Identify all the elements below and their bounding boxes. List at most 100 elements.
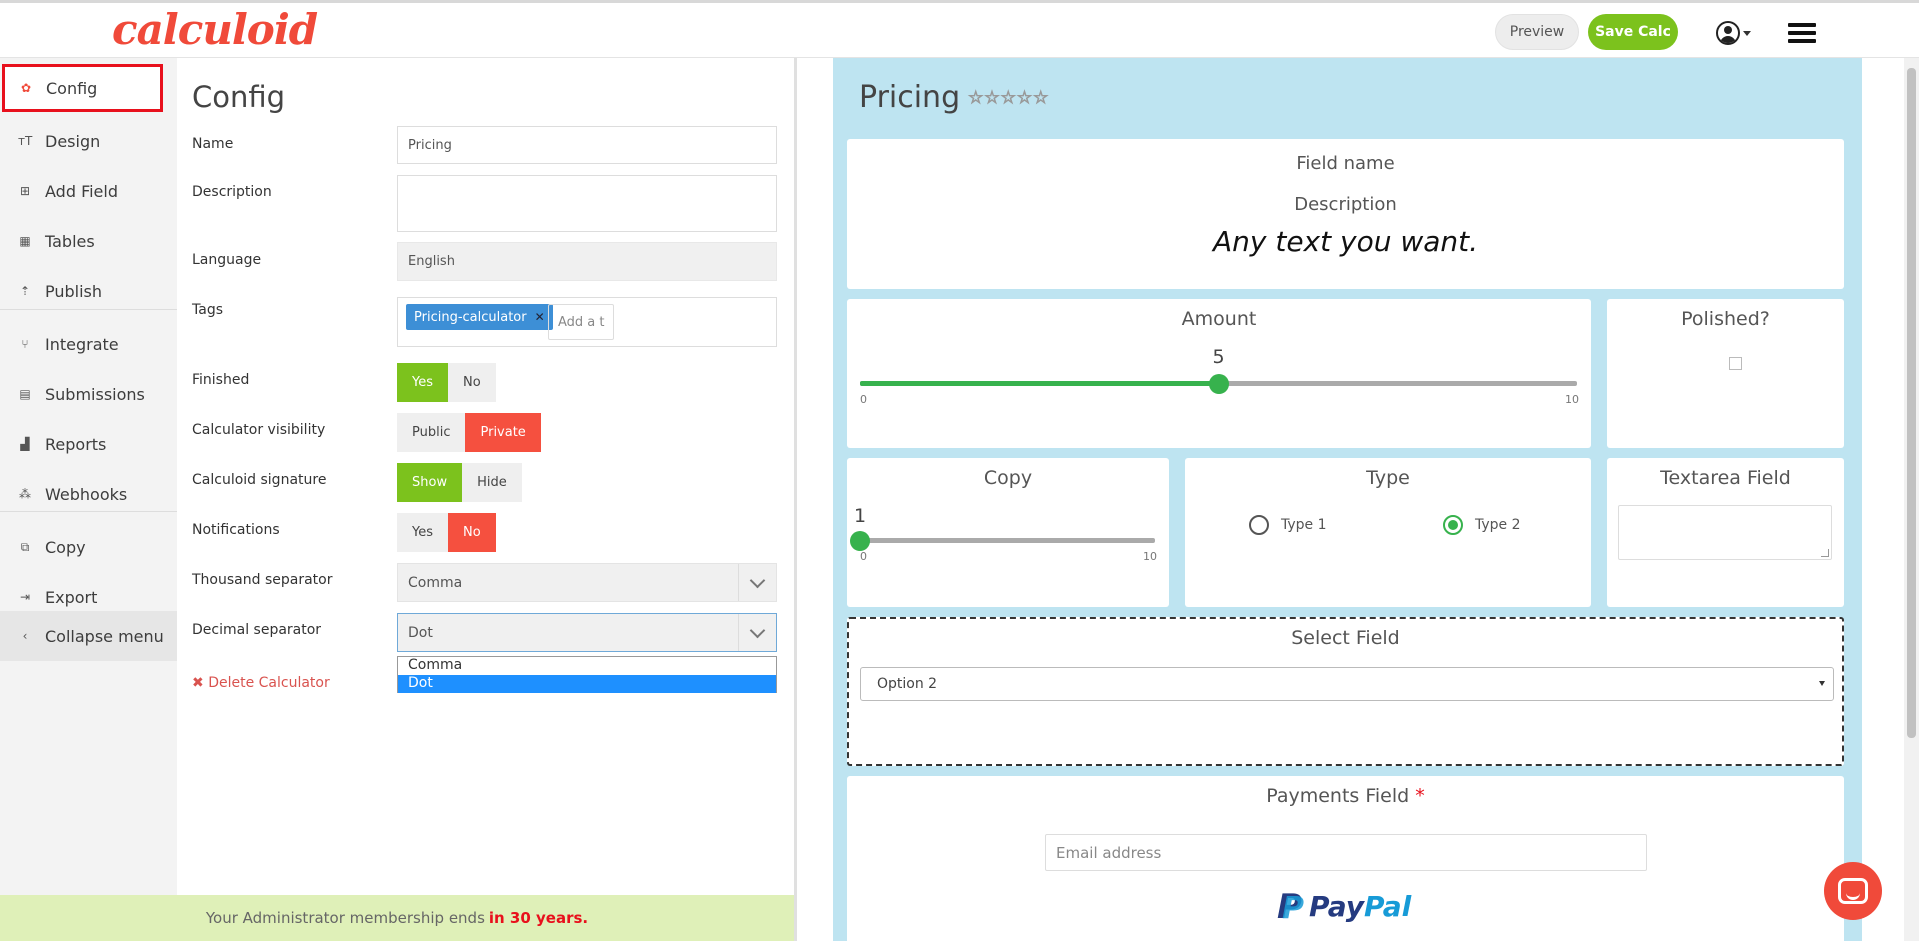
preview-area: Pricing ☆☆☆☆☆ Field name Description Any… [797,58,1904,946]
thousand-separator-select[interactable]: Comma [397,563,777,602]
collapse-menu-button[interactable]: ‹ Collapse menu [0,611,177,661]
amount-slider-fill [860,381,1219,386]
sidebar-item-submissions[interactable]: ▤ Submissions [0,369,177,419]
table-icon: ▦ [19,234,31,248]
notifications-label: Notifications [192,522,280,538]
polished-card[interactable]: Polished? [1607,299,1844,448]
chat-button[interactable] [1824,862,1882,920]
textarea-field[interactable] [1618,505,1832,560]
sidebar-item-label: Config [46,78,98,98]
select-label: Select Field [1291,627,1400,649]
description-text: Description [1294,194,1397,215]
preview-button[interactable]: Preview [1495,14,1579,50]
top-bar: calculoid Preview Save Calc [0,0,1919,58]
textarea-card[interactable]: Textarea Field [1607,458,1844,607]
payments-card[interactable]: Payments Field * Email address PayPal [847,776,1844,946]
finished-no-button[interactable]: No [448,363,496,402]
save-calc-button[interactable]: Save Calc [1588,14,1678,50]
tag-input[interactable]: Add a t [548,304,614,340]
text-card[interactable]: Field name Description Any text you want… [847,139,1844,289]
calculoid-logo[interactable]: calculoid [112,5,318,54]
remove-tag-icon[interactable]: ✕ [535,310,545,324]
copy-card[interactable]: Copy 1 0 10 [847,458,1169,607]
user-menu[interactable] [1716,21,1751,45]
sidebar-item-add-field[interactable]: ⊞ Add Field [0,166,177,216]
notifications-yes-button[interactable]: Yes [397,513,448,552]
sidebar-item-label: Tables [45,231,95,251]
copy-max: 10 [1143,550,1157,563]
description-textarea[interactable] [397,175,777,232]
amount-max: 10 [1565,393,1579,406]
scrollbar-thumb[interactable] [1907,68,1916,738]
chevron-left-icon: ‹ [22,629,28,643]
sidebar-item-label: Publish [45,281,103,301]
radio-type-2[interactable]: Type 2 [1443,515,1521,535]
select-card[interactable]: Select Field Option 2 [847,617,1844,766]
textarea-label: Textarea Field [1660,467,1791,489]
sidebar-item-config[interactable]: ✿ Config [2,64,163,112]
signature-hide-button[interactable]: Hide [462,463,522,502]
amount-slider-handle[interactable] [1208,374,1229,394]
delete-calculator-link[interactable]: ✖ Delete Calculator [192,675,330,691]
copy-label: Copy [983,467,1033,489]
hamburger-menu-icon[interactable] [1788,23,1816,43]
type-card[interactable]: Type Type 1 Type 2 [1185,458,1591,607]
decimal-separator-select[interactable]: Dot [397,613,777,652]
tag-chip[interactable]: Pricing-calculator ✕ [406,304,553,330]
paypal-logo-icon [1277,887,1304,927]
membership-highlight: in 30 years. [488,909,589,927]
notifications-toggle: Yes No [397,513,496,552]
sidebar-item-tables[interactable]: ▦ Tables [0,216,177,266]
sidebar-item-reports[interactable]: ▟ Reports [0,419,177,469]
notifications-no-button[interactable]: No [448,513,496,552]
sidebar-item-integrate[interactable]: ⑂ Integrate [0,319,177,369]
plus-square-icon: ⊞ [19,184,31,198]
copy-slider-track[interactable] [860,538,1155,543]
amount-card[interactable]: Amount 5 0 10 [847,299,1591,448]
decimal-separator-label: Decimal separator [192,622,322,638]
resize-grip-icon[interactable] [1821,549,1829,557]
paypal-pay-text: Pay [1309,890,1365,923]
any-text: Any text you want. [1212,225,1479,258]
finished-label: Finished [192,372,250,388]
radio-checked-icon [1443,515,1463,535]
thousand-separator-label: Thousand separator [192,572,333,588]
polished-checkbox[interactable] [1729,357,1742,370]
finished-yes-button[interactable]: Yes [397,363,448,402]
scrollbar[interactable] [1904,58,1919,941]
radio-unchecked-icon [1249,515,1269,535]
sidebar-item-copy[interactable]: ⧉ Copy [0,522,177,572]
chevron-down-icon [738,614,776,651]
upload-icon: ⇡ [19,284,31,298]
name-input[interactable]: Pricing [397,126,777,164]
calculator-title: Pricing ☆☆☆☆☆ [859,80,1049,115]
sidebar-item-design[interactable]: ᴛT Design [0,116,177,166]
text-icon: ᴛT [18,134,33,148]
integrate-icon: ⑂ [21,337,29,351]
sidebar-item-label: Collapse menu [45,626,164,646]
calculator-preview: Pricing ☆☆☆☆☆ Field name Description Any… [833,58,1862,946]
language-label: Language [192,252,262,268]
payments-label: Payments Field * [847,785,1844,807]
rating-stars-icon[interactable]: ☆☆☆☆☆ [968,87,1049,108]
radio-type-2-label: Type 2 [1475,517,1521,533]
delete-calculator-label: Delete Calculator [208,675,330,691]
dropdown-option-comma[interactable]: Comma [398,657,776,675]
paypal-button[interactable]: PayPal [1277,887,1411,927]
visibility-private-button[interactable]: Private [465,413,541,452]
amount-label: Amount [1181,308,1257,330]
radio-type-1[interactable]: Type 1 [1249,515,1327,535]
dropdown-option-dot[interactable]: Dot [398,675,776,693]
email-input[interactable]: Email address [1045,834,1647,871]
signature-label: Calculoid signature [192,472,327,488]
sidebar-divider [0,511,177,512]
copy-slider-handle[interactable] [850,531,870,551]
select-dropdown[interactable]: Option 2 [860,667,1834,701]
sidebar-item-label: Reports [45,434,107,454]
language-field[interactable]: English [397,242,777,281]
sidebar-item-label: Submissions [45,384,145,404]
visibility-public-button[interactable]: Public [397,413,466,452]
signature-show-button[interactable]: Show [397,463,463,502]
copy-min: 0 [860,550,867,563]
sidebar-item-label: Webhooks [45,484,128,504]
